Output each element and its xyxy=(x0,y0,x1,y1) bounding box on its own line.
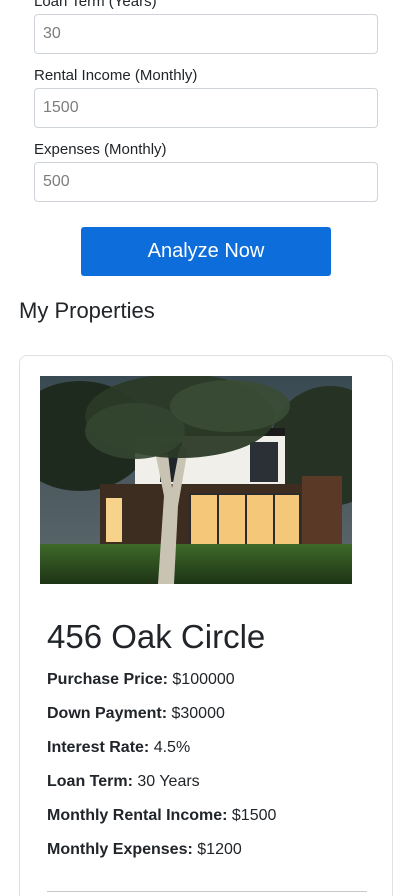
detail-label: Purchase Price: xyxy=(47,671,168,688)
property-name: 456 Oak Circle xyxy=(47,618,266,655)
house-photo-icon xyxy=(40,376,352,584)
detail-value: $1200 xyxy=(197,841,242,858)
monthly-rental-income-row: Monthly Rental Income: $1500 xyxy=(47,806,276,826)
detail-value: $30000 xyxy=(171,705,225,722)
monthly-expenses-row: Monthly Expenses: $1200 xyxy=(47,840,242,860)
property-card[interactable]: 456 Oak Circle Purchase Price: $100000 D… xyxy=(19,355,393,896)
my-properties-heading: My Properties xyxy=(19,298,155,323)
expenses-label: Expenses (Monthly) xyxy=(34,141,167,158)
detail-label: Monthly Expenses: xyxy=(47,841,193,858)
detail-label: Loan Term: xyxy=(47,773,133,790)
rental-income-label: Rental Income (Monthly) xyxy=(34,67,198,84)
detail-value: 4.5% xyxy=(153,739,191,756)
loan-term-row: Loan Term: 30 Years xyxy=(47,772,200,792)
detail-value: $100000 xyxy=(172,671,235,688)
detail-value: 30 Years xyxy=(137,773,200,790)
detail-value: $1500 xyxy=(231,807,277,824)
loan-term-label: Loan Term (Years) xyxy=(34,0,157,10)
expenses-input[interactable] xyxy=(34,162,378,202)
purchase-price-row: Purchase Price: $100000 xyxy=(47,670,235,690)
page: Loan Term (Years) Rental Income (Monthly… xyxy=(0,0,412,896)
down-payment-row: Down Payment: $30000 xyxy=(47,704,225,724)
detail-label: Interest Rate: xyxy=(47,739,150,756)
detail-label: Monthly Rental Income: xyxy=(47,807,228,824)
analyze-now-button[interactable]: Analyze Now xyxy=(81,227,331,276)
loan-term-input[interactable] xyxy=(34,14,378,54)
detail-label: Down Payment: xyxy=(47,705,168,722)
rental-income-input[interactable] xyxy=(34,88,378,128)
card-divider xyxy=(47,891,367,892)
interest-rate-row: Interest Rate: 4.5% xyxy=(47,738,190,758)
